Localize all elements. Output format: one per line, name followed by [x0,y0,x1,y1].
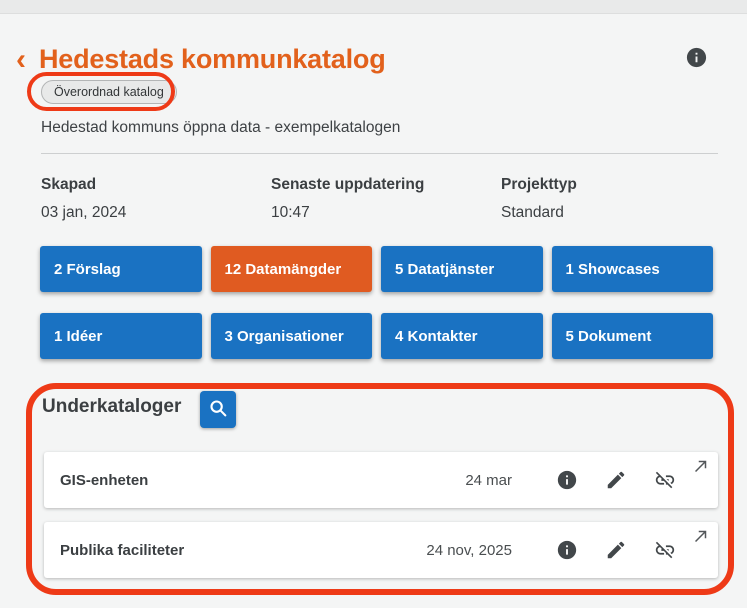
row-info-button[interactable] [556,539,578,561]
row-unlink-button[interactable] [654,469,676,491]
parent-catalog-badge: Överordnad katalog [41,80,177,104]
meta-value: Standard [501,204,564,221]
link-off-icon [654,469,676,491]
subcatalog-date: 24 nov, 2025 [426,541,512,559]
catalog-detail-page: ‹ Hedestads kommunkatalog Överordnad kat… [0,0,747,608]
catalog-info-button[interactable] [685,46,708,69]
edit-pencil-icon [605,469,627,491]
meta-value: 03 jan, 2024 [41,204,127,221]
open-external-arrow-icon [692,527,712,545]
row-unlink-button[interactable] [654,539,676,561]
top-window-strip [0,0,747,14]
row-edit-button[interactable] [605,539,627,561]
catalog-description: Hedestad kommuns öppna data - exempelkat… [41,119,401,136]
row-actions [556,469,676,491]
meta-label: Senaste uppdatering [271,176,425,193]
row-open-external-button[interactable] [692,456,712,476]
counter-dokument-button[interactable]: 5 Dokument [551,313,713,359]
meta-value: 10:47 [271,204,310,221]
counter-datamangder-button[interactable]: 12 Datamängder [210,246,372,292]
edit-pencil-icon [605,539,627,561]
counter-ideer-button[interactable]: 1 Idéer [40,313,202,359]
page-header: ‹ Hedestads kommunkatalog [16,44,386,75]
subcatalog-row-gis-enheten[interactable]: GIS-enheten 24 mar [44,452,718,508]
back-button[interactable]: ‹ [16,44,26,74]
subcatalog-date: 24 mar [465,471,512,489]
subcatalog-row-publika-faciliteter[interactable]: Publika faciliteter 24 nov, 2025 [44,522,718,578]
meta-col-created: Skapad 03 jan, 2024 [41,176,271,222]
info-icon [685,46,708,69]
counter-datatjanster-button[interactable]: 5 Datatjänster [381,246,543,292]
metadata-row: Skapad 03 jan, 2024 Senaste uppdatering … [41,176,577,222]
open-external-arrow-icon [692,457,712,475]
counter-buttons-grid: 2 Förslag 12 Datamängder 5 Datatjänster … [40,246,713,359]
row-open-external-button[interactable] [692,526,712,546]
row-edit-button[interactable] [605,469,627,491]
meta-label: Projekttyp [501,176,577,193]
row-actions [556,539,676,561]
meta-label: Skapad [41,176,97,193]
info-icon [556,469,578,491]
meta-col-projecttype: Projekttyp Standard [501,176,577,222]
search-icon [207,397,229,422]
counter-kontakter-button[interactable]: 4 Kontakter [381,313,543,359]
subcatalogs-heading: Underkataloger [42,396,182,417]
info-icon [556,539,578,561]
link-off-icon [654,539,676,561]
divider [41,153,718,154]
counter-forslag-button[interactable]: 2 Förslag [40,246,202,292]
counter-organisationer-button[interactable]: 3 Organisationer [210,313,372,359]
subcatalogs-search-button[interactable] [200,391,236,428]
subcatalog-name: Publika faciliteter [60,541,185,559]
counter-showcases-button[interactable]: 1 Showcases [551,246,713,292]
row-info-button[interactable] [556,469,578,491]
subcatalog-name: GIS-enheten [60,471,149,489]
page-title: Hedestads kommunkatalog [39,44,386,74]
meta-col-updated: Senaste uppdatering 10:47 [271,176,501,222]
